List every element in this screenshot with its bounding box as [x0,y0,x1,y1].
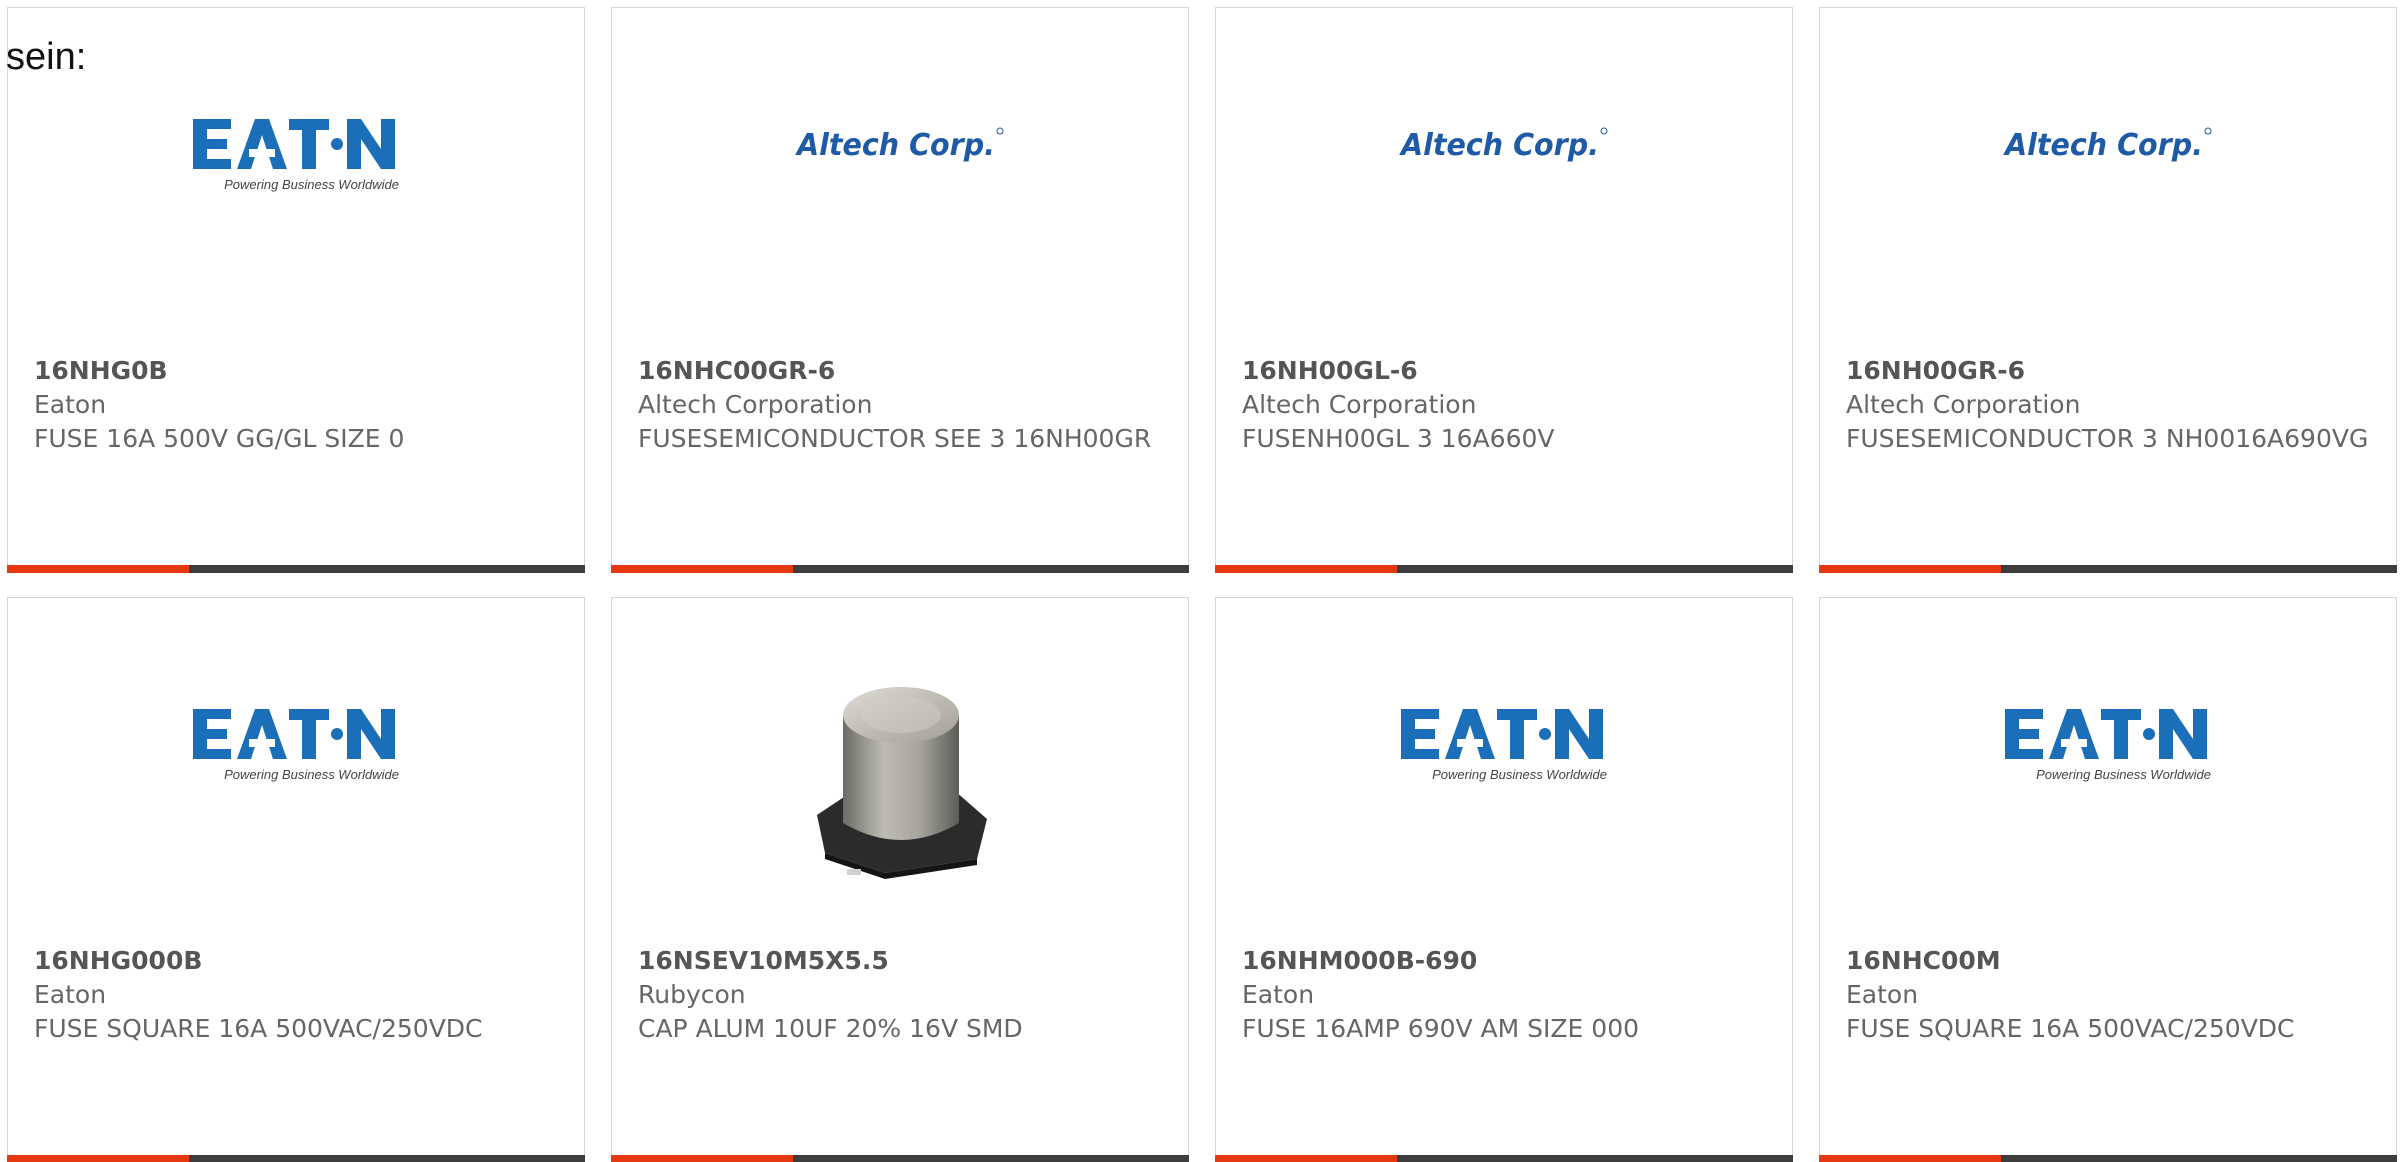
capacitor-photo [795,673,1005,883]
card-bar-accent [7,1155,189,1162]
part-number[interactable]: 16NHC00GR-6 [638,354,1168,388]
product-card-5[interactable]: 16NSEV10M5X5.5 Rubycon CAP ALUM 10UF 20%… [611,597,1189,1162]
product-card-6[interactable]: Powering Business WorldwideE·T·N 16NHM00… [1215,597,1793,1162]
eaton-logo: Powering Business Worldwide [191,703,401,785]
product-info: 16NHG000B Eaton FUSE SQUARE 16A 500VAC/2… [34,944,564,1046]
product-card-1[interactable]: Altech Corp. 16NHC00GR-6 Altech Corporat… [611,7,1189,573]
description: FUSESEMICONDUCTOR SEE 3 16NH00GR [638,424,1152,453]
product-info: 16NHG0B Eaton FUSE 16A 500V GG/GL SIZE 0 [34,354,564,456]
card-bar-accent [1819,1155,2001,1162]
part-number[interactable]: 16NH00GR-6 [1846,354,2376,388]
eaton-logo: Powering Business Worldwide [191,113,401,195]
eaton-logo: Powering Business Worldwide [1399,703,1609,785]
description: FUSESEMICONDUCTOR 3 NH0016A690VG [1846,424,2369,453]
manufacturer: Altech Corporation [1242,390,1477,419]
product-image: Powering Business WorldwideE·T·N [8,48,584,308]
altech-logo: Altech Corp. [1399,119,1609,169]
card-bar [1215,1155,1793,1162]
manufacturer: Eaton [1846,980,1919,1009]
page: sein: Powering Business WorldwideE·T·N 1… [0,0,2400,1162]
product-grid: Powering Business WorldwideE·T·N 16NHG0B… [7,7,2397,1162]
manufacturer: Altech Corporation [638,390,873,419]
description: FUSE 16A 500V GG/GL SIZE 0 [34,424,405,453]
product-info: 16NHC00M Eaton FUSE SQUARE 16A 500VAC/25… [1846,944,2376,1046]
card-bar [1819,565,2397,573]
description: FUSE SQUARE 16A 500VAC/250VDC [34,1014,483,1043]
part-number[interactable]: 16NHM000B-690 [1242,944,1772,978]
description: FUSE 16AMP 690V AM SIZE 000 [1242,1014,1640,1043]
product-image: Altech Corp. [612,48,1188,308]
svg-text:Altech Corp.: Altech Corp. [1399,128,1599,163]
card-bar-accent [611,1155,793,1162]
manufacturer: Altech Corporation [1846,390,2081,419]
description: FUSENH00GL 3 16A660V [1242,424,1555,453]
card-bar [611,1155,1189,1162]
part-number[interactable]: 16NSEV10M5X5.5 [638,944,1168,978]
part-number[interactable]: 16NHG000B [34,944,564,978]
part-number[interactable]: 16NHC00M [1846,944,2376,978]
product-info: 16NH00GL-6 Altech Corporation FUSENH00GL… [1242,354,1772,456]
product-image [612,638,1188,898]
altech-logo: Altech Corp. [2003,119,2213,169]
altech-logo: Altech Corp. [795,119,1005,169]
eaton-tagline: Powering Business Worldwide [224,177,399,192]
product-info: 16NHC00GR-6 Altech Corporation FUSESEMIC… [638,354,1168,456]
product-image: Powering Business WorldwideE·T·N [1216,638,1792,898]
product-card-7[interactable]: Powering Business WorldwideE·T·N 16NHC00… [1819,597,2397,1162]
product-card-2[interactable]: Altech Corp. 16NH00GL-6 Altech Corporati… [1215,7,1793,573]
card-bar-accent [611,565,793,573]
card-bar [1215,565,1793,573]
product-card-3[interactable]: Altech Corp. 16NH00GR-6 Altech Corporati… [1819,7,2397,573]
part-number[interactable]: 16NH00GL-6 [1242,354,1772,388]
eaton-tagline: Powering Business Worldwide [224,767,399,782]
svg-text:Altech Corp.: Altech Corp. [795,128,995,163]
product-image: Powering Business WorldwideE·T·N [8,638,584,898]
card-bar [7,1155,585,1162]
description: CAP ALUM 10UF 20% 16V SMD [638,1014,1023,1043]
manufacturer: Rubycon [638,980,746,1009]
card-bar-accent [1215,565,1397,573]
product-image: Powering Business WorldwideE·T·N [1820,638,2396,898]
product-card-0[interactable]: Powering Business WorldwideE·T·N 16NHG0B… [7,7,585,573]
product-image: Altech Corp. [1820,48,2396,308]
card-bar [611,565,1189,573]
product-info: 16NHM000B-690 Eaton FUSE 16AMP 690V AM S… [1242,944,1772,1046]
card-bar-accent [1215,1155,1397,1162]
card-bar-accent [7,565,189,573]
svg-text:Altech Corp.: Altech Corp. [2003,128,2203,163]
product-info: 16NH00GR-6 Altech Corporation FUSESEMICO… [1846,354,2376,456]
card-bar [1819,1155,2397,1162]
card-bar [7,565,585,573]
product-info: 16NSEV10M5X5.5 Rubycon CAP ALUM 10UF 20%… [638,944,1168,1046]
card-bar-accent [1819,565,2001,573]
eaton-logo: Powering Business Worldwide [2003,703,2213,785]
product-card-4[interactable]: Powering Business WorldwideE·T·N 16NHG00… [7,597,585,1162]
part-number[interactable]: 16NHG0B [34,354,564,388]
manufacturer: Eaton [34,390,107,419]
manufacturer: Eaton [34,980,107,1009]
product-image: Altech Corp. [1216,48,1792,308]
eaton-tagline: Powering Business Worldwide [2036,767,2211,782]
intro-text: sein: [6,36,87,78]
description: FUSE SQUARE 16A 500VAC/250VDC [1846,1014,2295,1043]
eaton-tagline: Powering Business Worldwide [1432,767,1607,782]
manufacturer: Eaton [1242,980,1315,1009]
